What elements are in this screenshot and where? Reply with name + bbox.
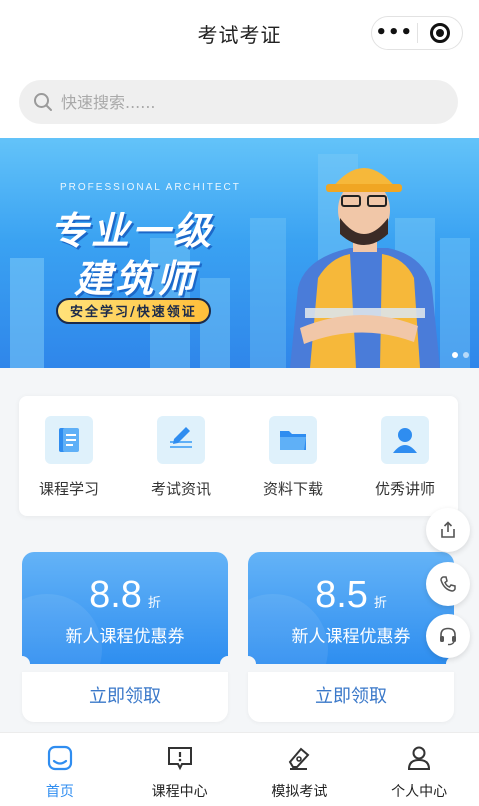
coupon-face: 8.5 折 新人课程优惠券: [248, 552, 454, 664]
coupon-desc: 新人课程优惠券: [291, 627, 411, 647]
coupon-discount: 8.8 折: [89, 574, 161, 616]
tab-label: 课程中心: [151, 784, 208, 800]
tab-personal-center[interactable]: 个人中心: [359, 733, 479, 806]
headset-icon: [440, 627, 456, 646]
tab-course-center[interactable]: 课程中心: [120, 733, 240, 806]
nav-item-teachers[interactable]: 优秀讲师: [355, 416, 455, 499]
banner-title-line1: 专业一级: [50, 209, 215, 253]
home-icon: [47, 745, 72, 771]
nav-item-downloads[interactable]: 资料下载: [243, 416, 343, 499]
nav-item-course-study[interactable]: 课程学习: [19, 416, 119, 499]
worker-illustration: [290, 168, 440, 368]
banner-title-line2: 建筑师: [74, 257, 198, 301]
banner-subtitle: PROFESSIONAL ARCHITECT: [60, 182, 241, 193]
phone-icon: [440, 576, 456, 592]
nav-label: 课程学习: [38, 480, 99, 498]
search-section: [0, 66, 479, 138]
pagination-dot-active[interactable]: [452, 352, 458, 358]
nav-label: 考试资讯: [150, 480, 211, 498]
share-icon: [441, 521, 455, 538]
search-bar[interactable]: [19, 80, 458, 124]
promo-banner[interactable]: PROFESSIONAL ARCHITECT 专业一级 建筑师 安全学习/快速领…: [0, 138, 479, 368]
nav-label: 资料下载: [262, 480, 323, 498]
mini-program-capsule: •••: [371, 16, 463, 50]
search-icon: [34, 93, 52, 111]
call-button[interactable]: [426, 562, 470, 606]
coupon-card: 8.5 折 新人课程优惠券 立即领取: [240, 552, 462, 722]
tab-home[interactable]: 首页: [0, 733, 120, 806]
banner-tagline: 安全学习/快速领证: [56, 298, 211, 324]
tab-label: 首页: [45, 784, 74, 800]
top-bar: 考试考证 •••: [0, 0, 479, 66]
coupon-discount: 8.5 折: [315, 574, 387, 616]
nav-item-exam-news[interactable]: 考试资讯: [131, 416, 231, 499]
pen-icon: [289, 747, 310, 770]
coupon-desc: 新人课程优惠券: [65, 627, 185, 647]
folder-icon: [269, 416, 317, 464]
close-mini-program-button[interactable]: [417, 23, 462, 43]
share-button[interactable]: [426, 508, 470, 552]
tab-label: 个人中心: [391, 784, 448, 800]
teacher-icon: [381, 416, 429, 464]
coupon-card: 8.8 折 新人课程优惠券 立即领取: [14, 552, 236, 722]
target-icon: [429, 23, 450, 43]
edit-note-icon: [157, 416, 205, 464]
page-title: 考试考证: [197, 22, 282, 47]
tab-label: 模拟考试: [271, 784, 328, 800]
more-menu-button[interactable]: •••: [372, 16, 417, 50]
search-input[interactable]: [61, 92, 421, 112]
course-icon: [167, 747, 192, 771]
banner-pagination: [452, 352, 469, 358]
customer-service-button[interactable]: [426, 614, 470, 658]
pagination-dot[interactable]: [463, 352, 469, 358]
claim-coupon-button[interactable]: 立即领取: [248, 672, 454, 722]
claim-coupon-button[interactable]: 立即领取: [22, 672, 228, 722]
coupon-face: 8.8 折 新人课程优惠券: [22, 552, 228, 664]
book-icon: [45, 416, 93, 464]
category-grid: 课程学习 考试资讯 资料下载 优秀讲师: [19, 396, 458, 516]
user-icon: [408, 746, 431, 770]
nav-label: 优秀讲师: [374, 480, 435, 498]
bottom-tab-bar: 首页 课程中心 模拟考试 个人中心: [0, 732, 479, 806]
tab-mock-exam[interactable]: 模拟考试: [240, 733, 360, 806]
